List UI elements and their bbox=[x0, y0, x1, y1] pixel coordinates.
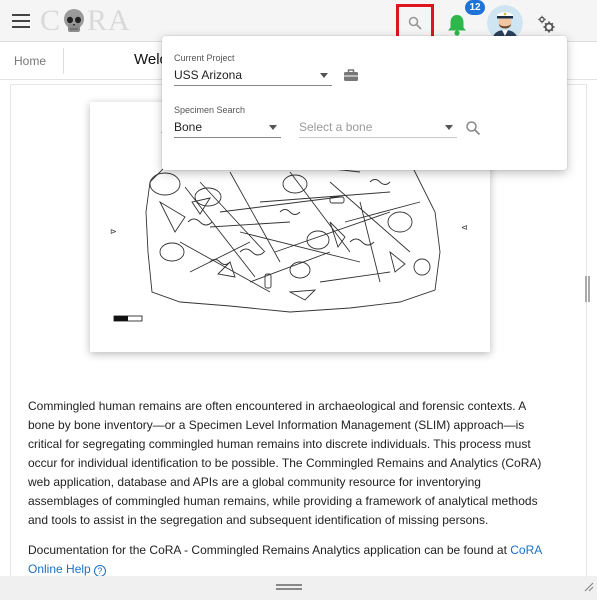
skull-icon bbox=[64, 9, 85, 32]
panel-resize-handle[interactable] bbox=[585, 276, 590, 302]
current-project-select[interactable]: USS Arizona bbox=[174, 64, 332, 86]
drag-handle-icon[interactable] bbox=[276, 584, 302, 590]
settings-button[interactable] bbox=[536, 14, 558, 36]
specimen-type-select[interactable]: Bone bbox=[174, 116, 281, 138]
help-icon[interactable]: ? bbox=[93, 565, 106, 576]
chevron-down-icon bbox=[320, 73, 328, 78]
specimen-search-label: Specimen Search bbox=[174, 105, 246, 115]
briefcase-icon[interactable] bbox=[343, 68, 359, 82]
bone-select-placeholder: Select a bone bbox=[299, 120, 373, 134]
notification-count-badge: 12 bbox=[465, 0, 485, 15]
logo-letters-ra: RA bbox=[87, 4, 131, 37]
bone-select[interactable]: Select a bone bbox=[299, 116, 457, 138]
search-icon bbox=[408, 16, 422, 30]
menu-icon[interactable] bbox=[12, 14, 30, 28]
gears-icon bbox=[538, 15, 555, 33]
project-search-popover: Current Project USS Arizona Specimen Sea… bbox=[162, 36, 567, 170]
bell-icon bbox=[448, 15, 466, 36]
bottom-bar bbox=[0, 576, 597, 600]
svg-text:⊳: ⊳ bbox=[110, 227, 117, 236]
chevron-down-icon bbox=[445, 125, 453, 130]
current-project-value: USS Arizona bbox=[174, 68, 243, 82]
notifications-button[interactable] bbox=[444, 12, 470, 38]
breadcrumb-home[interactable]: Home bbox=[14, 54, 46, 68]
intro-paragraph: Commingled human remains are often encou… bbox=[28, 399, 542, 527]
cora-logo[interactable]: C RA bbox=[40, 4, 131, 37]
specimen-type-value: Bone bbox=[174, 120, 203, 134]
svg-text:⊲: ⊲ bbox=[461, 223, 468, 232]
window-resize-grip-icon[interactable] bbox=[582, 580, 594, 592]
breadcrumb-divider bbox=[63, 48, 64, 74]
current-project-label: Current Project bbox=[174, 53, 235, 63]
logo-letter-c: C bbox=[40, 4, 62, 37]
chevron-down-icon bbox=[269, 125, 277, 130]
search-icon[interactable] bbox=[465, 120, 481, 136]
documentation-paragraph: Documentation for the CoRA - Commingled … bbox=[28, 541, 548, 576]
documentation-text: Documentation for the CoRA - Commingled … bbox=[28, 543, 511, 557]
